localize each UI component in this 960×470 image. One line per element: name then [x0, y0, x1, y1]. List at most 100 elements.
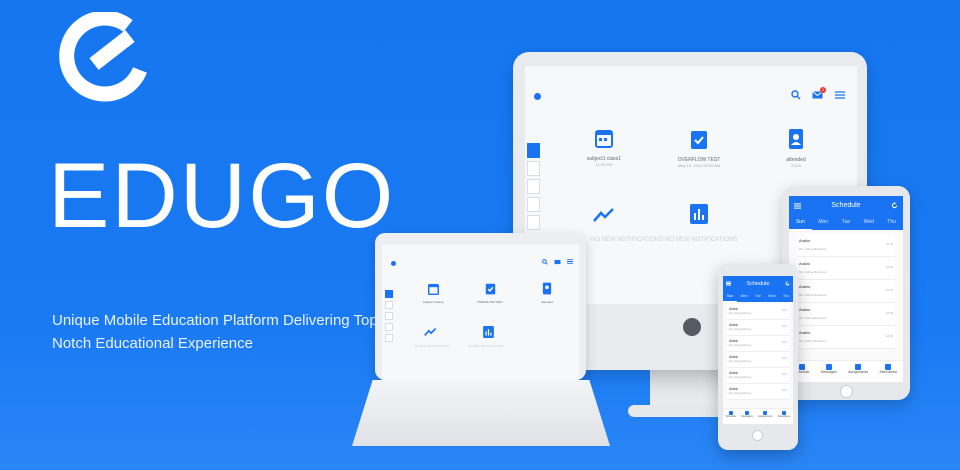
row-subtitle: Mrs. Salma Mohamed	[729, 376, 751, 379]
day-tab[interactable]: Sun	[789, 216, 812, 230]
row-subtitle: Mrs. Salma Mohamed	[799, 338, 827, 343]
notification-label: NO NEW NOTIFICATIONS	[414, 344, 451, 348]
tile-attended[interactable]: attended 2/100	[767, 128, 825, 168]
side-rail	[385, 290, 393, 342]
schedule-app-bar: Schedule	[723, 276, 793, 292]
clipboard-check-icon	[485, 283, 495, 295]
notification-label: NO NEW NOTIFICATIONS	[665, 237, 738, 243]
refresh-icon[interactable]	[785, 281, 790, 286]
tile-attended[interactable]: attended	[532, 282, 562, 304]
day-tab[interactable]: Thu	[880, 216, 903, 230]
mail-icon[interactable]	[554, 259, 561, 265]
menu-icon[interactable]	[726, 281, 731, 286]
nav-assignments[interactable]: Assignments	[758, 411, 772, 424]
day-tab[interactable]: Wed	[765, 292, 779, 302]
row-title: Arabic	[729, 386, 739, 391]
schedule-row[interactable]: Arabic Mrs. Salma Mohamed 10:00	[727, 336, 789, 352]
schedule-list: Arabic Mrs. Salma Mohamed 10:00 Arabic Mrs. …	[789, 234, 903, 349]
tagline-line-2: Notch Educational Experience	[52, 335, 253, 352]
row-title: Arabic	[799, 284, 811, 290]
rail-item-stats[interactable]	[385, 334, 393, 342]
bar-chart-icon	[483, 326, 494, 338]
laptop-base	[352, 380, 610, 446]
rail-item-assignments[interactable]	[385, 312, 393, 320]
rail-item-calendar[interactable]	[385, 301, 393, 309]
schedule-row[interactable]: Arabic Mrs. Salma Mohamed 10:00	[727, 352, 789, 368]
tile-overflow-test[interactable]: OVERFLOW TEST May 14, 2019 00:00 AM	[667, 128, 731, 168]
rail-item-home[interactable]	[527, 143, 540, 158]
row-title: Arabic	[729, 370, 739, 375]
tagline-line-1: Unique Mobile Education Platform Deliver…	[52, 312, 378, 329]
bottom-nav: Schedule Messages Assignments Attendance	[789, 360, 903, 382]
row-time: 10:00	[781, 341, 787, 344]
schedule-row[interactable]: Arabic Mrs. Salma Mohamed 10:00	[727, 304, 789, 320]
row-time: 10:00	[781, 373, 787, 376]
row-time: 10:00	[781, 309, 787, 312]
schedule-row[interactable]: Arabic Mrs. Salma Mohamed 10:00	[797, 326, 895, 349]
schedule-row[interactable]: Arabic Mrs. Salma Mohamed 10:00	[727, 320, 789, 336]
row-title: Arabic	[729, 338, 739, 343]
day-tab[interactable]: Wed	[857, 216, 880, 230]
row-title: Arabic	[799, 307, 811, 313]
row-title: Arabic	[799, 330, 811, 336]
nav-messages[interactable]: Messages	[741, 411, 753, 424]
schedule-row[interactable]: Arabic Mrs. Salma Mohamed 10:00	[727, 384, 789, 400]
day-tab[interactable]: Tue	[751, 292, 765, 302]
row-title: Arabic	[729, 306, 739, 311]
day-tab[interactable]: Thu	[779, 292, 793, 302]
row-title: Arabic	[729, 322, 739, 327]
row-time: 10:00	[886, 265, 893, 270]
nav-attendance[interactable]: Attendance	[880, 364, 897, 382]
tile-overflow-test[interactable]: OVERFLOW TEST	[472, 282, 508, 304]
row-subtitle: Mrs. Salma Mohamed	[799, 269, 827, 274]
tile-caption: attended	[541, 300, 553, 304]
app-logo-dot	[391, 261, 396, 266]
row-time: 10:00	[886, 334, 893, 339]
schedule-title: Schedule	[831, 202, 861, 209]
rail-item-attendance[interactable]	[385, 323, 393, 331]
nav-label: Messages	[820, 370, 837, 374]
tablet-screen: Schedule Sun Mon Tue Wed Thu Arabic Mrs. …	[789, 196, 903, 382]
row-subtitle: Mrs. Salma Mohamed	[729, 360, 751, 363]
row-subtitle: Mrs. Salma Mohamed	[729, 328, 751, 331]
nav-attendance[interactable]: Attendance	[778, 411, 790, 424]
schedule-row[interactable]: Arabic Mrs. Salma Mohamed 10:00	[797, 257, 895, 280]
day-tabs: Sun Mon Tue Wed Thu	[789, 216, 903, 230]
rail-item-stats[interactable]	[527, 215, 540, 230]
schedule-row[interactable]: Arabic Mrs. Salma Mohamed 10:00	[797, 280, 895, 303]
tile-subject[interactable]: subject1 class1 11:00 PM	[575, 128, 633, 167]
day-tab[interactable]: Tue	[835, 216, 858, 230]
schedule-row[interactable]: Arabic Mrs. Salma Mohamed 10:00	[797, 303, 895, 326]
nav-schedule[interactable]: Schedule	[726, 411, 736, 424]
trending-icon	[593, 208, 614, 222]
tablet-home-button	[840, 385, 853, 398]
day-tab[interactable]: Mon	[812, 216, 835, 230]
row-time: 10:00	[886, 311, 893, 316]
nav-messages[interactable]: Messages	[821, 364, 837, 382]
schedule-app-bar: Schedule	[789, 196, 903, 216]
nav-label: Schedule	[725, 415, 737, 418]
day-tab[interactable]: Mon	[737, 292, 751, 302]
schedule-row[interactable]: Arabic Mrs. Salma Mohamed 10:00	[727, 368, 789, 384]
rail-item-home[interactable]	[385, 290, 393, 298]
row-title: Arabic	[799, 261, 811, 267]
row-subtitle: Mrs. Salma Mohamed	[729, 344, 751, 347]
search-icon[interactable]	[542, 259, 548, 265]
menu-icon[interactable]	[794, 203, 801, 209]
nav-assignments[interactable]: Assignments	[848, 364, 868, 382]
schedule-row[interactable]: Arabic Mrs. Salma Mohamed 10:00	[797, 234, 895, 257]
monitor-power-button	[683, 318, 701, 336]
rail-item-attendance[interactable]	[527, 197, 540, 212]
search-icon[interactable]	[791, 90, 801, 100]
day-tab[interactable]: Sun	[723, 292, 737, 302]
rail-item-assignments[interactable]	[527, 179, 540, 194]
phone-home-button	[752, 430, 763, 441]
menu-icon[interactable]	[567, 259, 573, 264]
rail-item-calendar[interactable]	[527, 161, 540, 176]
refresh-icon[interactable]	[891, 202, 898, 209]
menu-icon[interactable]	[835, 91, 845, 99]
row-time: 10:00	[886, 242, 893, 247]
tile-subject[interactable]: subject1 class1	[415, 282, 451, 304]
nav-label: Assignments	[848, 370, 869, 374]
tile-sub: May 14, 2019 00:00 AM	[677, 163, 721, 168]
